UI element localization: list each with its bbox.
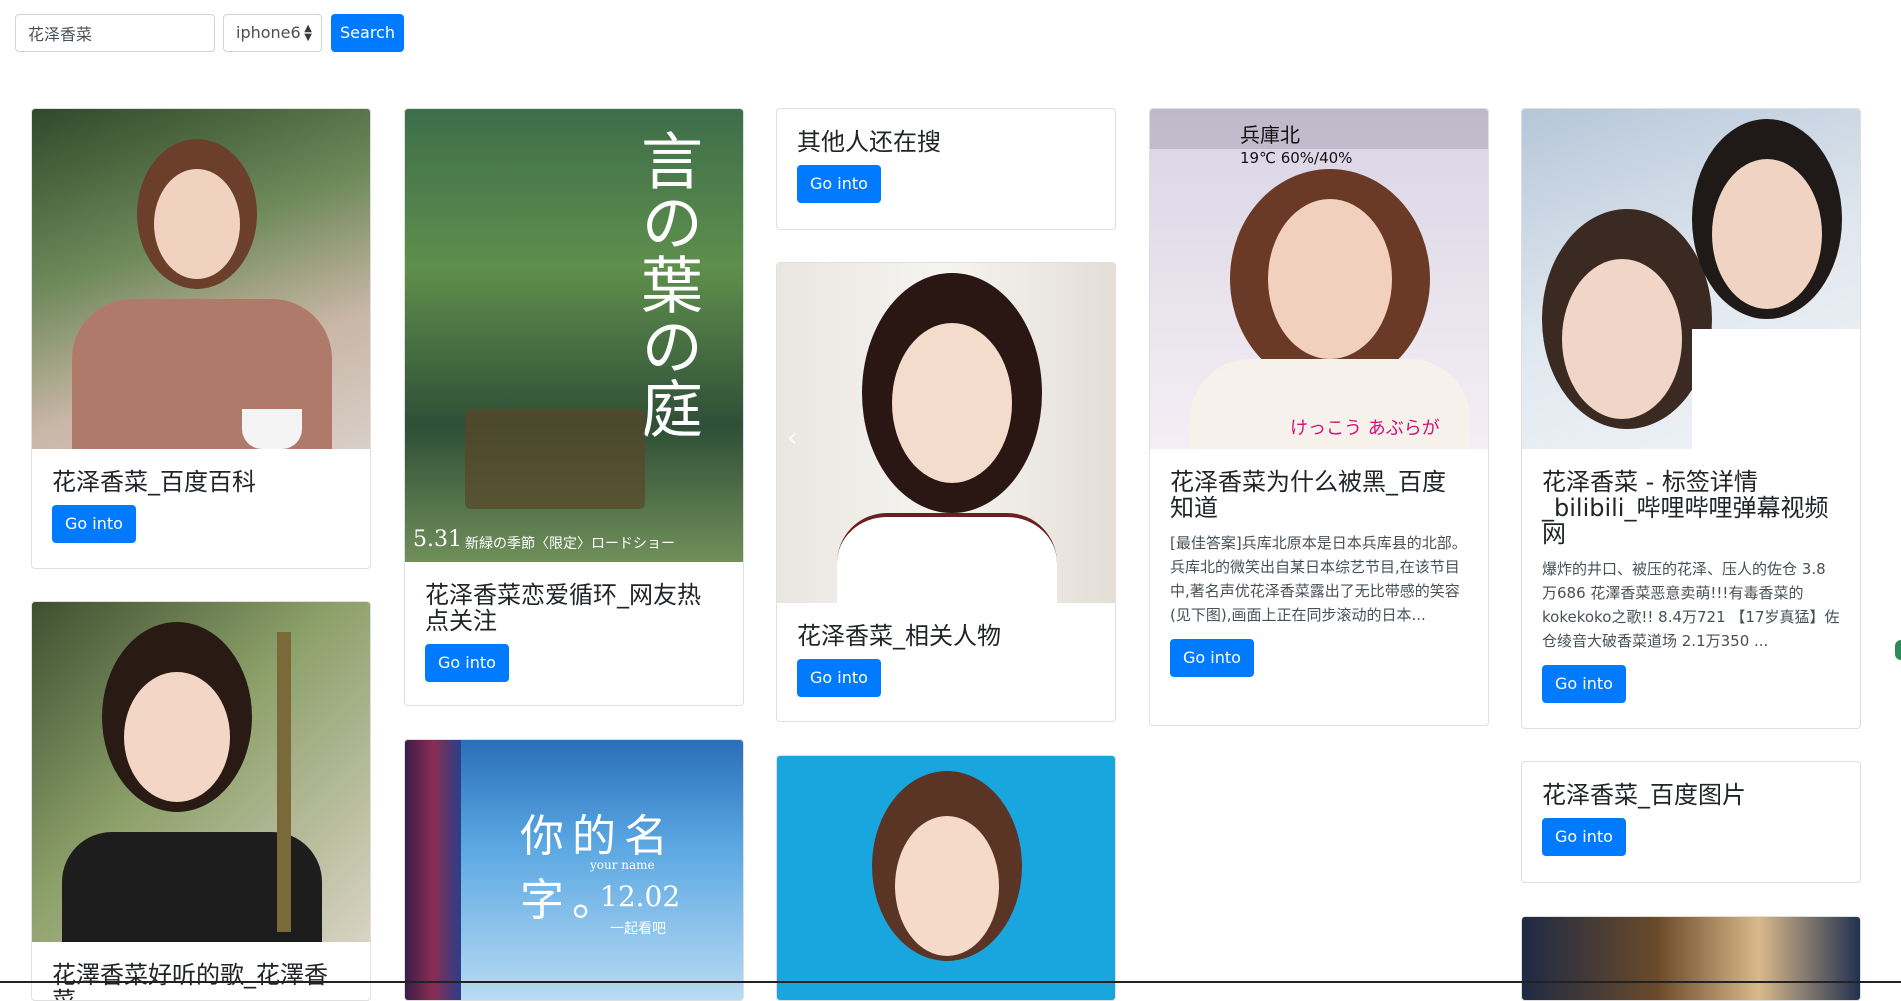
card-title: 花泽香菜为什么被黑_百度知道: [1170, 468, 1446, 522]
go-into-button[interactable]: Go into: [425, 644, 509, 682]
select-arrows-icon: ▲ ▼: [304, 23, 312, 43]
go-into-button[interactable]: Go into: [1542, 665, 1626, 703]
result-card: 你的名字。 your name 12.02 一起看吧: [404, 739, 744, 1001]
carousel-prev-icon[interactable]: ‹: [787, 423, 797, 453]
card-title: 花泽香菜 - 标签详情_bilibili_哔哩哔哩弹幕视频网: [1542, 468, 1829, 548]
related-card: 花泽香菜_百度图片 Go into: [1521, 761, 1861, 883]
go-into-button[interactable]: Go into: [52, 505, 136, 543]
card-image[interactable]: [1522, 109, 1860, 449]
device-select-value: iphone6: [236, 23, 301, 42]
carousel-card: ‹ 花泽香菜_相关人物 Go into: [776, 262, 1116, 722]
card-image[interactable]: [777, 756, 1115, 1000]
tv-weather: 19℃ 60%/40%: [1240, 149, 1353, 167]
result-card: 兵庫北 19℃ 60%/40% けっこう あぶらが 花泽香菜为什么被黑_百度知道…: [1149, 108, 1489, 726]
go-into-button[interactable]: Go into: [797, 659, 881, 697]
card-image[interactable]: [32, 602, 370, 942]
poster-subtitle: your name: [590, 858, 655, 872]
go-into-button[interactable]: Go into: [1170, 639, 1254, 677]
card-title: 花泽香菜_百度百科: [52, 468, 256, 496]
card-title: 花泽香菜恋爱循环_网友热点关注: [425, 581, 701, 635]
poster-tag: 一起看吧: [610, 921, 666, 937]
tv-subtitle: けっこう あぶらが: [1290, 418, 1440, 439]
card-title: 花泽香菜_百度图片: [1542, 781, 1746, 809]
card-image[interactable]: [1522, 917, 1860, 1000]
card-image[interactable]: 兵庫北 19℃ 60%/40% けっこう あぶらが: [1150, 109, 1488, 449]
card-text: [最佳答案]兵库北原本是日本兵库县的北部。 兵库北的微笑出自某日本综艺节目,在该…: [1170, 534, 1467, 624]
result-card: 花澤香菜好听的歌_花澤香菜: [31, 601, 371, 1001]
card-image[interactable]: [32, 109, 370, 449]
result-card: [776, 755, 1116, 1001]
poster-title: 言の葉の庭: [630, 129, 703, 439]
result-card: [1521, 916, 1861, 1001]
tv-caption: 兵庫北: [1240, 123, 1300, 147]
poster-caption: 新緑の季節〈限定〉ロードショー: [465, 536, 675, 552]
go-into-button[interactable]: Go into: [1542, 818, 1626, 856]
card-image[interactable]: 言の葉の庭 5.31 新緑の季節〈限定〉ロードショー: [405, 109, 743, 562]
go-into-button[interactable]: Go into: [797, 165, 881, 203]
result-card: 花泽香菜_百度百科 Go into: [31, 108, 371, 569]
device-select[interactable]: iphone6 ▲ ▼: [223, 14, 322, 52]
poster-date: 5.31: [413, 527, 462, 552]
carousel-image[interactable]: ‹: [777, 263, 1115, 603]
card-image[interactable]: 你的名字。 your name 12.02 一起看吧: [405, 740, 743, 1000]
card-text: 爆炸的井口、被压的花泽、压人的佐仓 3.8万686 花澤香菜恶意卖萌!!!有毒香…: [1542, 560, 1840, 650]
card-title: 花泽香菜_相关人物: [797, 622, 1001, 650]
result-card: 花泽香菜 - 标签详情_bilibili_哔哩哔哩弹幕视频网 爆炸的井口、被压的…: [1521, 108, 1861, 729]
search-button[interactable]: Search: [331, 14, 404, 52]
page-edge-handle[interactable]: [1895, 640, 1901, 660]
poster-date: 12.02: [600, 880, 681, 913]
search-input[interactable]: [15, 14, 215, 52]
result-card: 言の葉の庭 5.31 新緑の季節〈限定〉ロードショー 花泽香菜恋爱循环_网友热点…: [404, 108, 744, 706]
carousel-indicators[interactable]: [857, 558, 1037, 577]
related-card: 其他人还在搜 Go into: [776, 108, 1116, 230]
card-title: 其他人还在搜: [797, 128, 941, 156]
